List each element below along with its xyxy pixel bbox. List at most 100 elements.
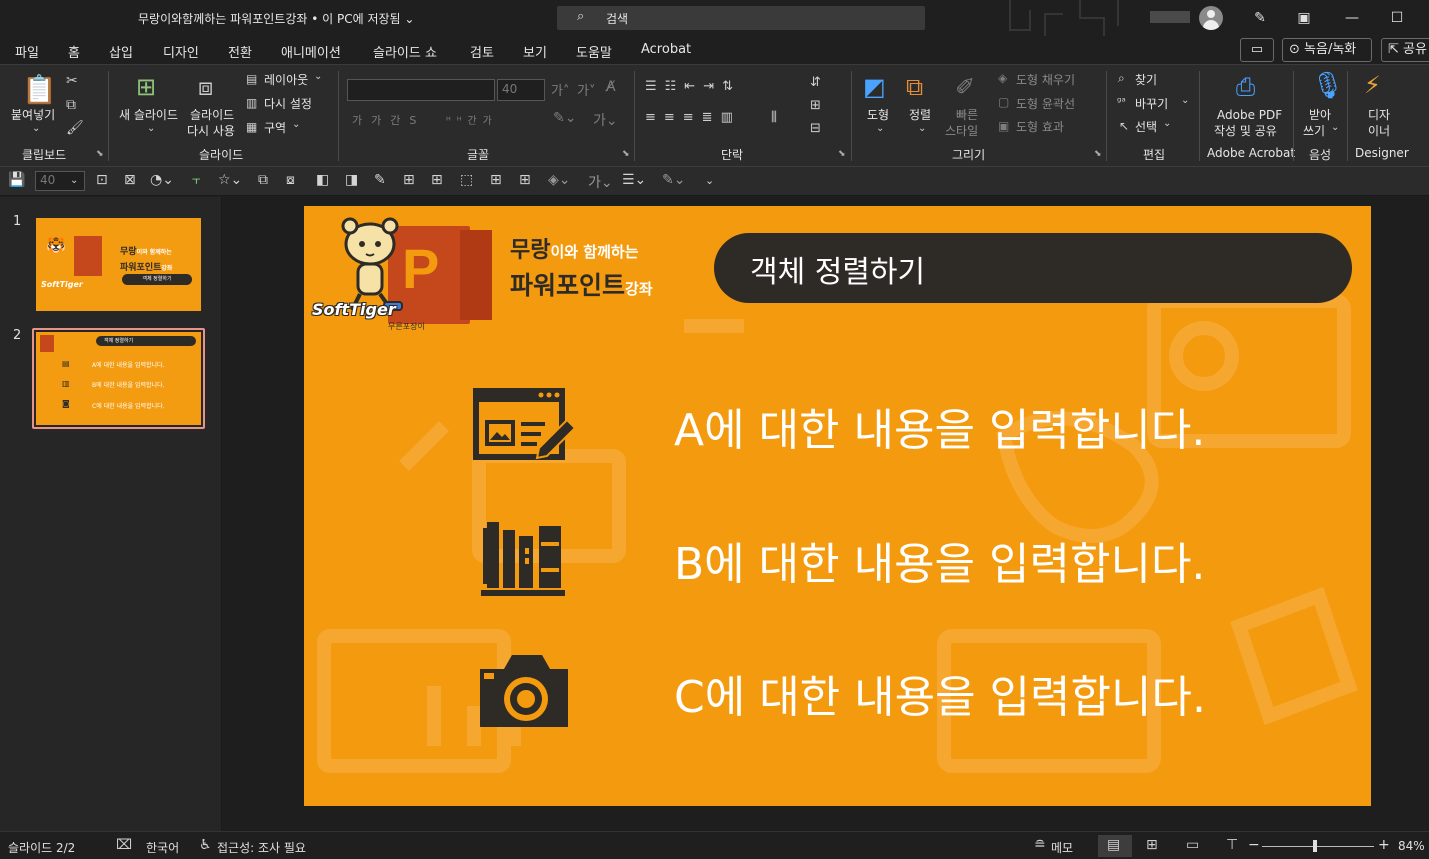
tab-insert[interactable]: 삽입 (109, 42, 133, 61)
paste-icon[interactable]: 📋 (22, 73, 57, 106)
highlight-icon[interactable]: ✎⌄ (553, 110, 576, 126)
bring-forward-icon[interactable]: ◧ (316, 172, 329, 188)
avatar[interactable] (1199, 6, 1223, 30)
chevron-down-icon[interactable]: ⌄ (292, 119, 300, 130)
find-button[interactable]: 찾기 (1135, 73, 1157, 88)
smartart-icon[interactable]: ⊟ (810, 121, 821, 136)
maximize-button[interactable]: ☐ (1384, 6, 1410, 30)
ungroup-icon[interactable]: ⧇ (286, 172, 295, 188)
dictate-label-2[interactable]: 쓰기 (1303, 124, 1325, 139)
group-icon[interactable]: ⧉ (258, 172, 268, 188)
quick-styles-label-1[interactable]: 빠른 (956, 108, 978, 123)
tab-view[interactable]: 보기 (523, 42, 547, 61)
zoom-out-button[interactable]: − (1248, 837, 1260, 853)
tab-animations[interactable]: 애니메이션 (281, 42, 341, 61)
tab-design[interactable]: 디자인 (163, 42, 199, 61)
designer-label-2[interactable]: 이너 (1368, 124, 1390, 139)
quick-styles-icon[interactable]: ✐ (955, 73, 975, 101)
normal-view-icon[interactable]: ▤ (1107, 837, 1120, 853)
shape-effect-button[interactable]: 도형 효과 (1016, 120, 1064, 135)
chevron-down-icon[interactable]: ⌄ (876, 123, 884, 134)
chevron-down-icon[interactable]: ⌄ (147, 123, 155, 134)
customize-toolbar-icon[interactable]: ⌄ (705, 174, 714, 187)
clear-format-icon[interactable]: A̸ (606, 79, 616, 95)
send-backward-icon[interactable]: ◨ (345, 172, 358, 188)
replace-button[interactable]: 바꾸기 (1135, 97, 1168, 112)
item-a-text[interactable]: A에 대한 내용을 입력합니다. (674, 394, 1205, 458)
dialog-launcher-icon[interactable]: ⬊ (622, 149, 630, 159)
spellcheck-icon[interactable]: ⌧ (116, 837, 132, 853)
paste-button[interactable]: 붙여넣기 (11, 108, 55, 123)
chevron-down-icon[interactable]: ⌄ (314, 71, 322, 82)
slide-sorter-icon[interactable]: ⊞ (1146, 837, 1158, 853)
current-slide[interactable]: P 무랑이와 함께하는 파워포인트강좌 SoftTiger 무른포장이 객체 정… (304, 206, 1371, 806)
list-icons[interactable]: ☰☷⇤⇥⇅ (645, 79, 741, 94)
align-text-icon[interactable]: ⊞ (810, 98, 821, 113)
zoom-in-button[interactable]: + (1378, 837, 1390, 853)
dictate-label-1[interactable]: 받아 (1309, 108, 1331, 123)
chevron-down-icon[interactable]: ⌄ (1163, 118, 1171, 129)
pen-icon[interactable]: ✎ (1247, 6, 1273, 30)
tab-acrobat[interactable]: Acrobat (641, 42, 691, 57)
dialog-launcher-icon[interactable]: ⬊ (1094, 149, 1102, 159)
grid-dotted-icon[interactable]: ⬚ (460, 172, 473, 188)
tab-slideshow[interactable]: 슬라이드 쇼 (373, 42, 437, 61)
shapes-button[interactable]: 도형 (867, 108, 889, 123)
microphone-icon[interactable]: 🎙 (1311, 71, 1344, 101)
search-box[interactable]: ⌕ 검색 (557, 6, 925, 30)
zoom-slider-thumb[interactable] (1313, 840, 1317, 852)
chevron-down-icon[interactable]: ⌄ (1331, 122, 1339, 133)
new-slide-icon[interactable]: ⊞ (136, 73, 156, 101)
save-icon[interactable]: 💾 (8, 172, 25, 188)
arrange-icon[interactable]: ⧉ (906, 73, 923, 101)
char-spacing-icons[interactable]: ᴴᴴ간가 (446, 112, 498, 127)
font-size-field[interactable]: 40 (497, 79, 545, 101)
reuse-slides-label-1[interactable]: 슬라이드 (190, 108, 234, 123)
item-b-text[interactable]: B에 대한 내용을 입력합니다. (674, 528, 1205, 592)
outline-color-icon[interactable]: ✎⌄ (662, 172, 685, 188)
quick-styles-label-2[interactable]: 스타일 (945, 124, 978, 139)
cut-icon[interactable]: ✂ (66, 73, 78, 89)
adobe-pdf-label-1[interactable]: Adobe PDF (1217, 108, 1282, 123)
tab-file[interactable]: 파일 (15, 42, 39, 61)
notes-button[interactable]: 메모 (1051, 839, 1073, 856)
ribbon-display-icon[interactable]: ▣ (1291, 6, 1317, 30)
align-icon[interactable]: ⫟ (192, 172, 200, 188)
designer-icon[interactable]: ⚡ (1364, 71, 1381, 99)
accessibility-icon[interactable]: ♿ (199, 837, 212, 853)
format-painter-icon[interactable]: 🖌 (66, 120, 84, 136)
font-color-icon[interactable]: 가⌄ (593, 110, 618, 130)
reuse-slides-icon[interactable]: ⧈ (198, 73, 213, 101)
zoom-level[interactable]: 84% (1398, 839, 1425, 853)
textbox-icon[interactable]: ⊡ (96, 172, 108, 188)
share-button[interactable]: ⇱ 공유 (1381, 38, 1429, 62)
slideshow-icon[interactable]: ⊤ (1226, 837, 1238, 853)
chevron-down-icon[interactable]: ⌄ (918, 123, 926, 134)
minimize-button[interactable]: — (1339, 6, 1365, 30)
eyedropper-icon[interactable]: ✎ (374, 172, 386, 188)
document-title[interactable]: 무랑이와함께하는 파워포인트강좌 • 이 PC에 저장됨 ⌄ (138, 10, 414, 27)
columns-icon[interactable]: ⫼ (771, 110, 777, 125)
reset-button[interactable]: 다시 설정 (264, 97, 312, 112)
chevron-down-icon[interactable]: ⌄ (1181, 95, 1189, 106)
shapes-icon[interactable]: ◩ (863, 73, 886, 101)
font-color-icon[interactable]: 가⌄ (588, 172, 613, 192)
line-weight-icon[interactable]: ☰⌄ (622, 172, 646, 188)
zoom-slider[interactable] (1262, 846, 1374, 847)
comments-button[interactable]: ▭ (1240, 38, 1274, 62)
arrange-button[interactable]: 정렬 (909, 108, 931, 123)
pdf-share-icon[interactable]: ⎙ (1236, 73, 1255, 101)
accessibility-status[interactable]: 접근성: 조사 필요 (217, 839, 306, 856)
dialog-launcher-icon[interactable]: ⬊ (838, 149, 846, 159)
tab-review[interactable]: 검토 (470, 42, 494, 61)
dialog-launcher-icon[interactable]: ⬊ (96, 149, 104, 159)
text-direction-icon[interactable]: ⇵ (810, 75, 821, 90)
grid-columns-icon[interactable]: ⊞ (519, 172, 531, 188)
grow-font-icon[interactable]: 가˄ (551, 80, 569, 99)
select-button[interactable]: 선택 (1135, 120, 1157, 135)
tab-help[interactable]: 도움말 (576, 42, 612, 61)
language-indicator[interactable]: 한국어 (146, 839, 179, 856)
font-name-field[interactable] (347, 79, 495, 101)
chevron-down-icon[interactable]: ⌄ (32, 123, 40, 134)
font-style-icons[interactable]: 가가간S (352, 112, 425, 128)
